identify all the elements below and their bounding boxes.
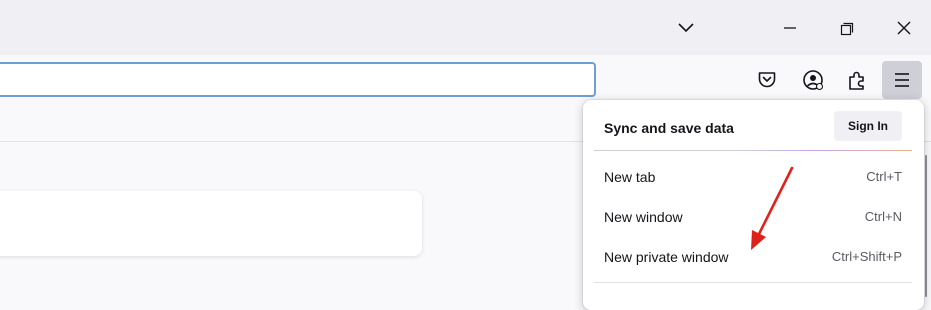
menu-item-shortcut: Ctrl+N — [864, 209, 902, 224]
menu-item-shortcut: Ctrl+T — [866, 169, 902, 184]
sync-title: Sync and save data — [604, 120, 734, 136]
extensions-icon — [849, 71, 864, 90]
address-bar[interactable] — [0, 62, 596, 97]
menu-item-shortcut: Ctrl+Shift+P — [831, 249, 902, 264]
extensions-button[interactable] — [839, 62, 875, 98]
menu-item-label: New tab — [604, 169, 656, 185]
title-bar — [0, 0, 931, 55]
open-application-menu-button[interactable] — [882, 61, 922, 99]
menu-separator — [594, 282, 912, 283]
restore-button[interactable] — [827, 8, 867, 48]
annotation-arrow — [740, 160, 800, 255]
menu-separator — [594, 150, 912, 151]
pocket-icon — [758, 72, 776, 88]
minimize-button[interactable] — [770, 8, 810, 48]
arrow-icon — [751, 166, 794, 250]
sign-in-button[interactable]: Sign In — [834, 111, 902, 141]
account-icon — [803, 70, 824, 91]
menu-item-label: New window — [604, 209, 683, 225]
close-icon — [897, 21, 911, 35]
close-window-button[interactable] — [884, 8, 924, 48]
hamburger-menu-icon — [895, 73, 909, 87]
chevron-down-icon — [678, 23, 694, 33]
restore-icon — [840, 22, 854, 36]
scrollbar-thumb[interactable] — [925, 155, 927, 297]
content-card — [0, 191, 422, 256]
minimize-icon — [784, 27, 796, 29]
pocket-button[interactable] — [749, 62, 785, 98]
list-all-tabs-button[interactable] — [666, 8, 706, 48]
account-button[interactable] — [795, 62, 831, 98]
menu-item-label: New private window — [604, 249, 729, 265]
